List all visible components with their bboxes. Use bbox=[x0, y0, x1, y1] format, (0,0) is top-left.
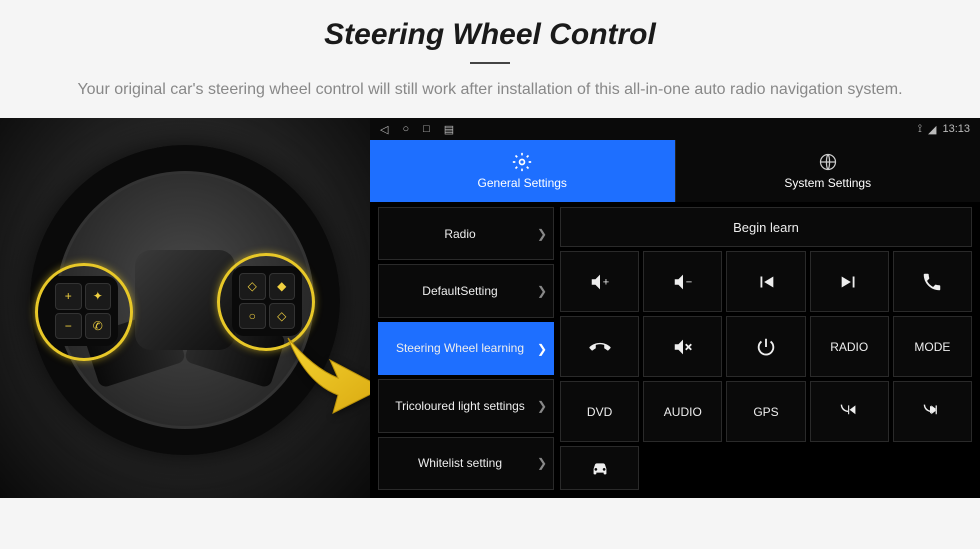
car-icon bbox=[589, 457, 611, 479]
page-title: Steering Wheel Control bbox=[40, 18, 940, 52]
wifi-icon: ◢ bbox=[928, 123, 936, 136]
sidebar-item-steering-wheel[interactable]: Steering Wheel learning ❯ bbox=[378, 322, 554, 375]
volume-down-icon: − bbox=[672, 271, 694, 293]
next-track-button[interactable] bbox=[810, 251, 889, 312]
chevron-right-icon: ❯ bbox=[537, 456, 547, 470]
mode-button[interactable]: MODE bbox=[893, 316, 972, 377]
volume-up-icon: + bbox=[589, 271, 611, 293]
svg-text:+: + bbox=[602, 276, 608, 288]
back-icon[interactable]: ◁ bbox=[380, 123, 388, 136]
pointer-arrow bbox=[278, 318, 370, 423]
volume-down-button[interactable]: − bbox=[643, 251, 722, 312]
sidebar-item-label: Tricoloured light settings bbox=[395, 399, 525, 413]
audio-button[interactable]: AUDIO bbox=[643, 381, 722, 442]
sidebar-item-radio[interactable]: Radio ❯ bbox=[378, 207, 554, 260]
phone-next-icon bbox=[921, 401, 943, 423]
sd-icon: ▤ bbox=[444, 123, 454, 136]
sidebar-item-label: DefaultSetting bbox=[422, 284, 497, 298]
recent-icon[interactable]: □ bbox=[423, 123, 430, 136]
chevron-right-icon: ❯ bbox=[537, 399, 547, 413]
gps-button[interactable]: GPS bbox=[726, 381, 805, 442]
sidebar-item-whitelist[interactable]: Whitelist setting ❯ bbox=[378, 437, 554, 490]
prev-track-button[interactable] bbox=[726, 251, 805, 312]
chevron-right-icon: ❯ bbox=[537, 341, 547, 355]
chevron-right-icon: ❯ bbox=[537, 227, 547, 241]
power-icon bbox=[755, 336, 777, 358]
phone-prev-button[interactable] bbox=[810, 381, 889, 442]
tab-general-settings[interactable]: General Settings bbox=[370, 140, 675, 202]
mute-icon bbox=[672, 336, 694, 358]
dvd-button[interactable]: DVD bbox=[560, 381, 639, 442]
phone-icon bbox=[921, 271, 943, 293]
tab-label: System Settings bbox=[784, 176, 871, 190]
phone-next-button[interactable] bbox=[893, 381, 972, 442]
phone-prev-icon bbox=[838, 401, 860, 423]
mute-button[interactable] bbox=[643, 316, 722, 377]
begin-learn-button[interactable]: Begin learn bbox=[560, 207, 972, 247]
gear-icon bbox=[512, 152, 532, 172]
phone-answer-button[interactable] bbox=[893, 251, 972, 312]
steering-wheel-photo: + ✦ − ✆ ◇ ◆ ○ ◇ bbox=[0, 118, 370, 498]
clock: 13:13 bbox=[942, 123, 970, 135]
volume-up-button[interactable]: + bbox=[560, 251, 639, 312]
sidebar-item-label: Radio bbox=[444, 227, 475, 241]
radio-button[interactable]: RADIO bbox=[810, 316, 889, 377]
tab-system-settings[interactable]: System Settings bbox=[675, 140, 980, 202]
chevron-right-icon: ❯ bbox=[537, 284, 547, 298]
prev-icon bbox=[755, 271, 777, 293]
settings-sidebar: Radio ❯ DefaultSetting ❯ Steering Wheel le… bbox=[378, 207, 554, 490]
gps-icon: ⟟ bbox=[918, 123, 922, 136]
head-unit-screen: ◁ ○ □ ▤ ⟟ ◢ 13:13 General Settings Syste… bbox=[370, 118, 980, 498]
svg-text:−: − bbox=[686, 276, 692, 288]
car-button[interactable] bbox=[560, 446, 639, 490]
title-divider bbox=[470, 62, 510, 64]
android-statusbar: ◁ ○ □ ▤ ⟟ ◢ 13:13 bbox=[370, 118, 980, 140]
hangup-icon bbox=[589, 336, 611, 358]
home-icon[interactable]: ○ bbox=[402, 123, 409, 136]
globe-icon bbox=[818, 152, 838, 172]
phone-hangup-button[interactable] bbox=[560, 316, 639, 377]
sidebar-item-tricoloured[interactable]: Tricoloured light settings ❯ bbox=[378, 379, 554, 432]
tab-label: General Settings bbox=[478, 176, 567, 190]
sidebar-item-label: Whitelist setting bbox=[418, 456, 502, 470]
page-subtitle: Your original car's steering wheel contr… bbox=[40, 78, 940, 102]
power-button[interactable] bbox=[726, 316, 805, 377]
next-icon bbox=[838, 271, 860, 293]
sidebar-item-label: Steering Wheel learning bbox=[396, 341, 524, 355]
highlight-circle-left bbox=[35, 263, 133, 361]
sidebar-item-default[interactable]: DefaultSetting ❯ bbox=[378, 264, 554, 317]
